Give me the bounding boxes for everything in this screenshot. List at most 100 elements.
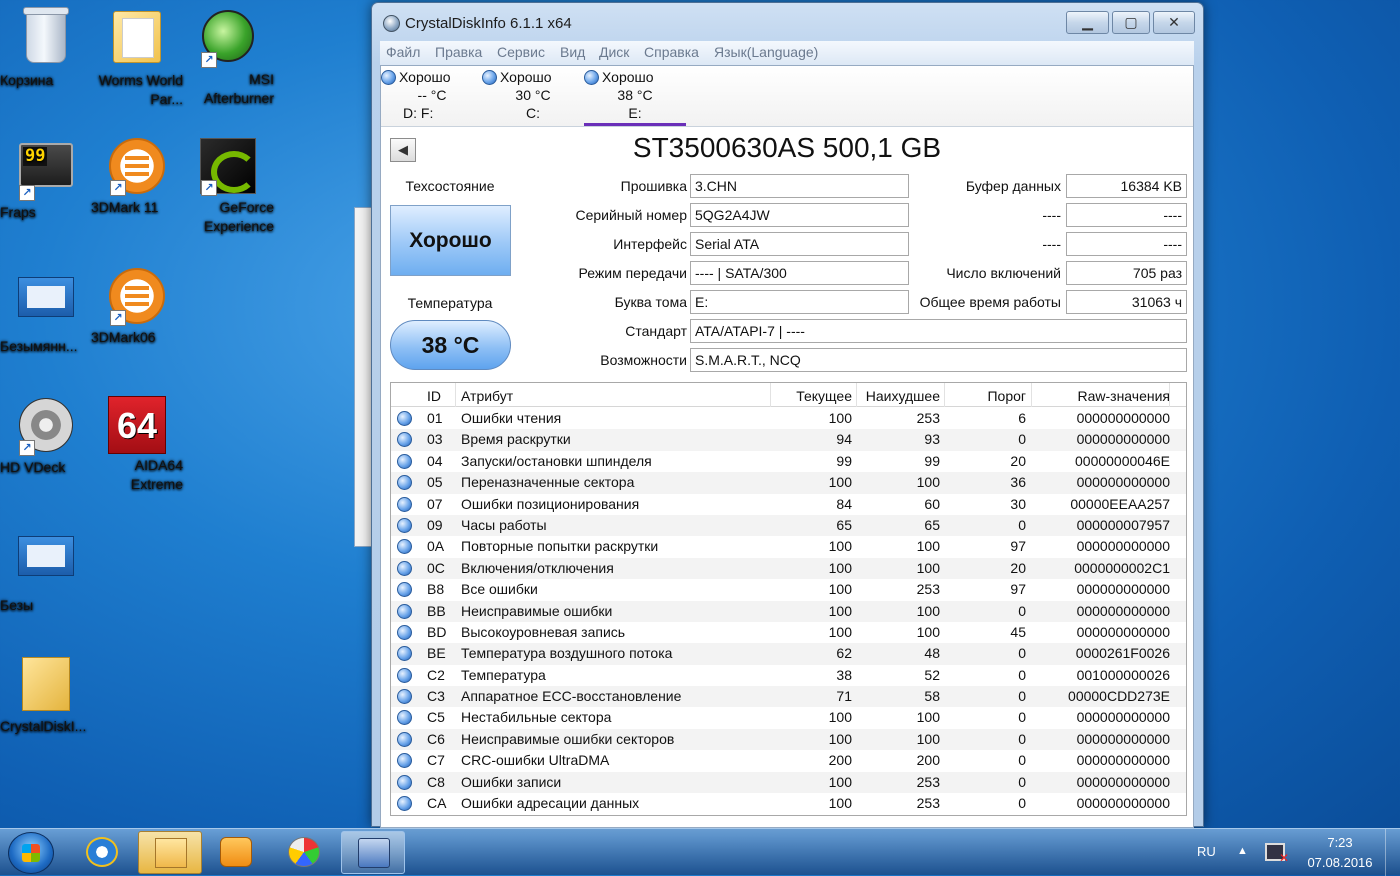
status-dot-icon: [397, 774, 412, 790]
firmware-value: 3.CHN: [690, 174, 909, 198]
clock-time[interactable]: 7:23: [1310, 835, 1370, 850]
desktop-icon-3dmark06[interactable]: ↗ 3DMark06: [91, 267, 183, 345]
desktop-icon-geforce[interactable]: ↗ GeForce Experience: [182, 137, 274, 234]
taskbar-explorer[interactable]: [138, 831, 202, 874]
col-raw-header[interactable]: Raw-значения: [1077, 388, 1170, 404]
col-worst-header[interactable]: Наихудшее: [866, 388, 940, 404]
cell-id: 0C: [427, 559, 445, 576]
table-row[interactable]: C6 Неисправимые ошибки секторов 100 100 0 000…: [391, 728, 1186, 751]
table-row[interactable]: C2 Температура 38 52 0 001000000026: [391, 665, 1186, 686]
app-icon: [383, 15, 400, 32]
media-player-icon: [220, 837, 252, 867]
close-button[interactable]: ✕: [1153, 11, 1195, 34]
title-bar[interactable]: CrystalDiskInfo 6.1.1 x64 ▁ ▢ ✕: [372, 3, 1203, 43]
table-row[interactable]: C3 Аппаратное ECC-восстановление 71 58 0 0000…: [391, 686, 1186, 708]
col-attribute-header[interactable]: Атрибут: [461, 388, 513, 404]
drive-status: Хорошо: [602, 69, 654, 85]
drive-tab-c[interactable]: Хорошо 30 °C C:: [482, 68, 584, 126]
table-row[interactable]: BE Температура воздушного потока 62 48 0 0000…: [391, 643, 1186, 665]
cell-raw: 000000000000: [1076, 602, 1170, 619]
col-threshold-header[interactable]: Порог: [987, 388, 1026, 404]
table-row[interactable]: 05 Переназначенные сектора 100 100 36 0000000…: [391, 472, 1186, 494]
cell-worst: 65: [924, 516, 940, 533]
cell-worst: 100: [916, 538, 940, 555]
cell-worst: 100: [916, 709, 940, 726]
menu-language[interactable]: Язык(Language): [714, 44, 818, 60]
tray-expand-icon[interactable]: ▲: [1237, 845, 1248, 857]
drive-tab-e[interactable]: Хорошо 38 °C E:: [584, 68, 686, 126]
status-dot-icon: [397, 453, 412, 469]
table-row[interactable]: C8 Ошибки записи 100 253 0 000000000000: [391, 771, 1186, 794]
table-row[interactable]: BD Высокоуровневая запись 100 100 45 00000000…: [391, 622, 1186, 643]
language-indicator[interactable]: RU: [1197, 844, 1216, 859]
temperature-button[interactable]: 38 °C: [390, 320, 511, 370]
start-button[interactable]: [8, 832, 54, 874]
cell-threshold: 97: [1010, 581, 1026, 598]
desktop-icon-recycle-bin[interactable]: Корзина: [0, 7, 92, 88]
status-dot-icon: [397, 689, 412, 705]
cell-id: 09: [427, 516, 443, 533]
previous-disk-button[interactable]: ◀: [390, 138, 416, 162]
desktop-icon-msi-afterburner[interactable]: ↗ MSI Afterburner: [182, 8, 274, 106]
menu-view[interactable]: Вид: [560, 44, 585, 60]
desktop-icon-bezy[interactable]: Безы: [0, 526, 92, 613]
table-row[interactable]: CA Ошибки адресации данных 100 253 0 00000000…: [391, 793, 1186, 814]
taskbar-crystaldiskinfo[interactable]: [341, 831, 405, 874]
desktop-icon-fraps[interactable]: 99 ↗ Fraps: [0, 137, 92, 220]
table-row[interactable]: C5 Нестабильные сектора 100 100 0 00000000000…: [391, 707, 1186, 728]
cell-worst: 253: [916, 795, 940, 812]
table-row[interactable]: B8 Все ошибки 100 253 97 000000000000: [391, 579, 1186, 600]
cell-current: 100: [828, 410, 852, 426]
taskbar-media-player[interactable]: [204, 831, 268, 874]
health-status-button[interactable]: Хорошо: [390, 205, 511, 276]
desktop-icon-worms[interactable]: Worms World Par...: [91, 8, 183, 107]
menu-service[interactable]: Сервис: [497, 44, 545, 60]
menu-help[interactable]: Справка: [644, 44, 699, 60]
desktop-icon-bezymyann[interactable]: Безымянн...: [0, 267, 92, 354]
desktop-icon-crystaldisk-folder[interactable]: CrystalDiskI...: [0, 655, 92, 734]
cell-attribute: Высокоуровневая запись: [461, 623, 626, 640]
menu-disk[interactable]: Диск: [599, 44, 629, 60]
network-status-icon[interactable]: [1265, 843, 1289, 865]
menu-file[interactable]: Файл: [386, 44, 420, 60]
cell-id: 03: [427, 431, 443, 448]
show-desktop-button[interactable]: [1385, 829, 1400, 876]
table-row[interactable]: 0C Включения/отключения 100 100 20 0000000002…: [391, 557, 1186, 580]
col-current-header[interactable]: Текущее: [796, 388, 852, 404]
table-row[interactable]: BB Неисправимые ошибки 100 100 0 000000000000: [391, 600, 1186, 622]
drive-status: Хорошо: [399, 69, 451, 85]
table-row[interactable]: 01 Ошибки чтения 100 253 6 000000000000: [391, 408, 1186, 429]
drive-tab-df[interactable]: Хорошо -- °C D: F:: [381, 68, 483, 126]
drive-temp: 30 °C: [515, 87, 551, 103]
minimize-button[interactable]: ▁: [1066, 11, 1109, 34]
shortcut-arrow-icon: ↗: [201, 52, 217, 68]
cell-id: 04: [427, 452, 443, 469]
cell-threshold: 0: [1018, 516, 1026, 533]
cell-attribute: Неисправимые ошибки секторов: [461, 730, 675, 747]
clock-date[interactable]: 07.08.2016: [1302, 855, 1378, 870]
table-row[interactable]: 09 Часы работы 65 65 0 000000007957: [391, 514, 1186, 537]
desktop-icon-hdvdeck[interactable]: ↗ HD VDeck: [0, 396, 92, 475]
cell-current: 100: [828, 709, 852, 726]
desktop-icon-3dmark11[interactable]: ↗ 3DMark 11: [91, 137, 183, 215]
table-row[interactable]: 07 Ошибки позиционирования 84 60 30 00000EEAA…: [391, 494, 1186, 515]
maximize-button[interactable]: ▢: [1112, 11, 1150, 34]
menu-bar: Файл Правка Сервис Вид Диск Справка Язык…: [380, 41, 1194, 65]
cell-raw: 00000EEAA257: [1070, 495, 1170, 512]
taskbar-internet-explorer[interactable]: [70, 831, 134, 874]
smart-attributes-table[interactable]: ID Атрибут Текущее Наихудшее Порог Raw-з…: [390, 382, 1187, 816]
cell-raw: 000000000000: [1076, 431, 1170, 448]
desktop-icon-aida64[interactable]: 64 AIDA64 Extreme: [91, 396, 183, 492]
shortcut-arrow-icon: ↗: [201, 180, 217, 196]
table-row[interactable]: 0A Повторные попытки раскрутки 100 100 97 000…: [391, 536, 1186, 557]
table-row[interactable]: 03 Время раскрутки 94 93 0 000000000000: [391, 429, 1186, 451]
cell-attribute: Ошибки позиционирования: [461, 495, 640, 512]
desktop-icon-label: Корзина: [0, 72, 54, 88]
standard-value: ATA/ATAPI-7 | ----: [690, 319, 1187, 343]
menu-edit[interactable]: Правка: [435, 44, 482, 60]
table-row[interactable]: C7 CRC-ошибки UltraDMA 200 200 0 000000000000: [391, 750, 1186, 771]
col-id-header[interactable]: ID: [427, 388, 441, 404]
taskbar-paint[interactable]: [272, 831, 336, 874]
table-row[interactable]: 04 Запуски/остановки шпинделя 99 99 20 000000…: [391, 451, 1186, 472]
cell-attribute: Включения/отключения: [461, 559, 614, 576]
